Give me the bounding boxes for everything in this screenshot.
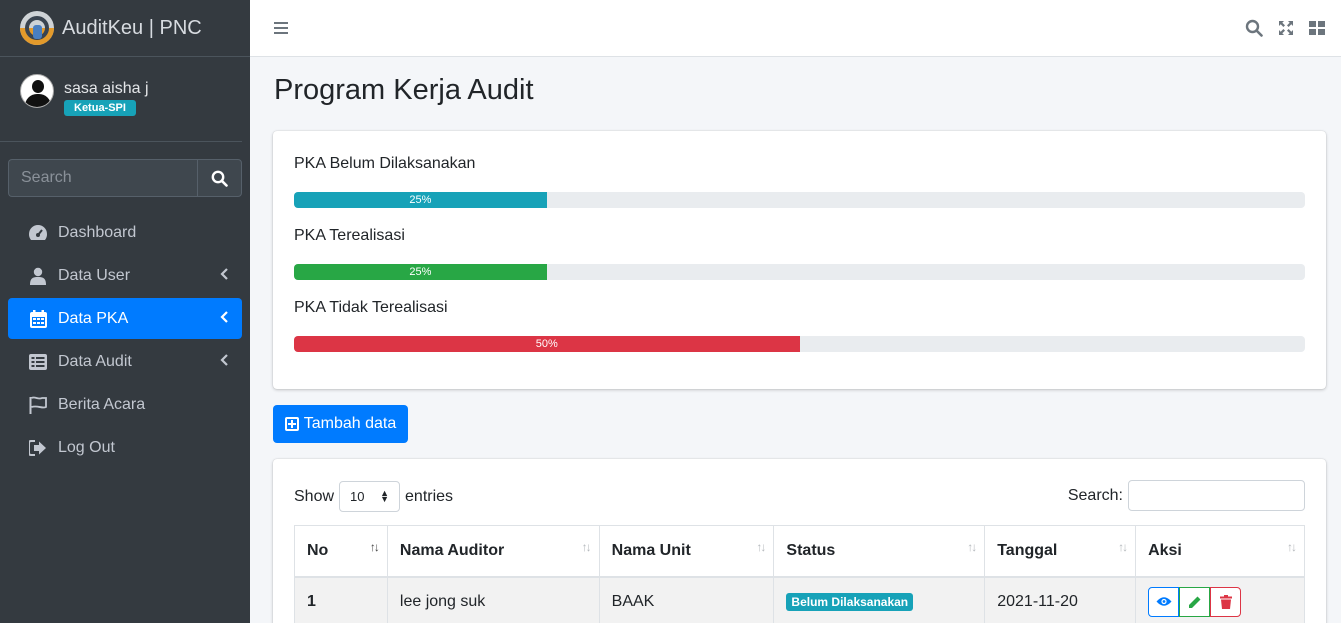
user-icon — [28, 266, 48, 286]
table-search-input[interactable] — [1128, 480, 1305, 511]
sidebar-item-label: Data User — [58, 266, 131, 284]
page-title: Program Kerja Audit — [274, 74, 534, 106]
sidebar-item-label: Data PKA — [58, 309, 129, 327]
column-header-tanggal[interactable]: Tanggal ↑↓ — [984, 525, 1137, 578]
tachometer-icon — [28, 223, 48, 243]
sidebar-nav: Dashboard Data User Data PKA Data Audit — [8, 212, 242, 470]
progress-bar-tidak-terealisasi: 50% — [294, 336, 1305, 352]
brand-title: AuditKeu | PNC — [62, 16, 202, 39]
sort-icon: ↑↓ — [581, 540, 592, 554]
chevron-left-icon — [220, 267, 228, 285]
sidebar: AuditKeu | PNC sasa aisha j Ketua-SPI Da… — [0, 0, 250, 623]
progress-bar-belum: 25% — [294, 192, 1305, 208]
progress-fill: 50% — [294, 336, 800, 352]
sidebar-item-log-out[interactable]: Log Out — [8, 427, 242, 468]
menu-toggle-icon[interactable] — [274, 21, 288, 40]
search-label: Search: — [1067, 486, 1123, 504]
brand-link[interactable]: AuditKeu | PNC — [0, 0, 250, 57]
sidebar-search — [8, 159, 242, 197]
progress-label-belum: PKA Belum Dilaksanakan — [294, 155, 476, 172]
sidebar-search-button[interactable] — [197, 159, 242, 197]
column-header-nama-unit[interactable]: Nama Unit ↑↓ — [598, 525, 775, 578]
column-header-nama-auditor[interactable]: Nama Auditor ↑↓ — [386, 525, 600, 578]
sidebar-item-data-user[interactable]: Data User — [8, 255, 242, 296]
pencil-icon — [1188, 596, 1201, 608]
view-button[interactable] — [1148, 586, 1180, 617]
entries-select[interactable]: 10 ▲ ▼ — [339, 481, 401, 512]
sidebar-item-dashboard[interactable]: Dashboard — [8, 212, 242, 253]
sidebar-item-data-audit[interactable]: Data Audit — [8, 341, 242, 382]
sort-icon: ↑↓ — [1287, 540, 1297, 554]
chevron-left-icon — [220, 353, 228, 371]
sort-icon: ↑↓ — [369, 540, 380, 554]
sidebar-item-label: Log Out — [58, 438, 115, 456]
eye-icon — [1156, 597, 1172, 606]
add-data-button[interactable]: Tambah data — [273, 405, 408, 443]
sidebar-item-label: Berita Acara — [58, 395, 146, 413]
cell-status: Belum Dilaksanakan — [773, 576, 986, 623]
sort-icon: ↑↓ — [756, 540, 766, 554]
user-name[interactable]: sasa aisha j — [64, 80, 149, 98]
role-badge: Ketua-SPI — [64, 100, 136, 116]
sign-out-icon — [28, 438, 48, 458]
cell-aksi — [1135, 576, 1305, 623]
progress-card: PKA Belum Dilaksanakan 25% PKA Terealisa… — [273, 131, 1326, 389]
progress-label-terealisasi: PKA Terealisasi — [294, 227, 405, 244]
progress-label-tidak-terealisasi: PKA Tidak Terealisasi — [294, 299, 448, 316]
trash-icon — [1219, 594, 1232, 609]
table-row: 1 lee jong suk BAAK Belum Dilaksanakan 2… — [294, 576, 1305, 623]
add-data-label: Tambah data — [303, 415, 397, 432]
table-card: Show 10 ▲ ▼ entries Search: No ↑↓ Nama Aud… — [273, 459, 1326, 623]
progress-bar-terealisasi: 25% — [294, 264, 1305, 280]
brand-logo — [20, 11, 54, 45]
show-label: Show — [294, 487, 335, 505]
status-badge: Belum Dilaksanakan — [786, 592, 914, 611]
entries-value: 10 — [350, 489, 365, 504]
grid-icon[interactable] — [1309, 19, 1325, 42]
avatar — [20, 74, 54, 108]
user-panel: sasa aisha j Ketua-SPI — [0, 57, 242, 142]
sidebar-item-berita-acara[interactable]: Berita Acara — [8, 384, 242, 425]
cell-no: 1 — [294, 576, 388, 623]
list-icon — [28, 352, 48, 372]
sidebar-item-label: Data Audit — [58, 352, 132, 370]
sort-icon: ↑↓ — [967, 540, 977, 554]
sidebar-item-data-pka[interactable]: Data PKA — [8, 298, 242, 339]
cell-unit: BAAK — [598, 576, 775, 623]
edit-button[interactable] — [1179, 586, 1211, 617]
progress-fill: 25% — [294, 192, 547, 208]
table-header-row: No ↑↓ Nama Auditor ↑↓ Nama Unit ↑↓ Status ↑↓… — [294, 525, 1305, 578]
search-icon — [211, 170, 228, 187]
calendar-icon — [28, 309, 48, 329]
cell-tanggal: 2021-11-20 — [984, 576, 1137, 623]
top-navbar — [250, 0, 1341, 57]
pka-table: No ↑↓ Nama Auditor ↑↓ Nama Unit ↑↓ Status ↑↓… — [294, 525, 1305, 623]
column-header-status[interactable]: Status ↑↓ — [773, 525, 986, 578]
entries-label: entries — [405, 487, 454, 505]
sidebar-search-input[interactable] — [8, 159, 197, 197]
fullscreen-icon[interactable] — [1278, 19, 1294, 42]
column-header-aksi[interactable]: Aksi ↑↓ — [1135, 525, 1305, 578]
plus-square-icon — [284, 417, 299, 431]
chevron-left-icon — [220, 310, 228, 328]
sort-caret-icon: ▲ ▼ — [380, 488, 390, 504]
table-filter: Search: — [1068, 480, 1305, 511]
delete-button[interactable] — [1210, 586, 1242, 617]
entries-length: Show 10 ▲ ▼ entries — [294, 481, 453, 512]
flag-icon — [28, 395, 48, 415]
progress-fill: 25% — [294, 264, 547, 280]
sort-icon: ↑↓ — [1118, 540, 1128, 554]
search-icon[interactable] — [1245, 19, 1263, 42]
cell-auditor: lee jong suk — [386, 576, 600, 623]
column-header-no[interactable]: No ↑↓ — [294, 525, 388, 578]
sidebar-item-label: Dashboard — [58, 223, 137, 241]
